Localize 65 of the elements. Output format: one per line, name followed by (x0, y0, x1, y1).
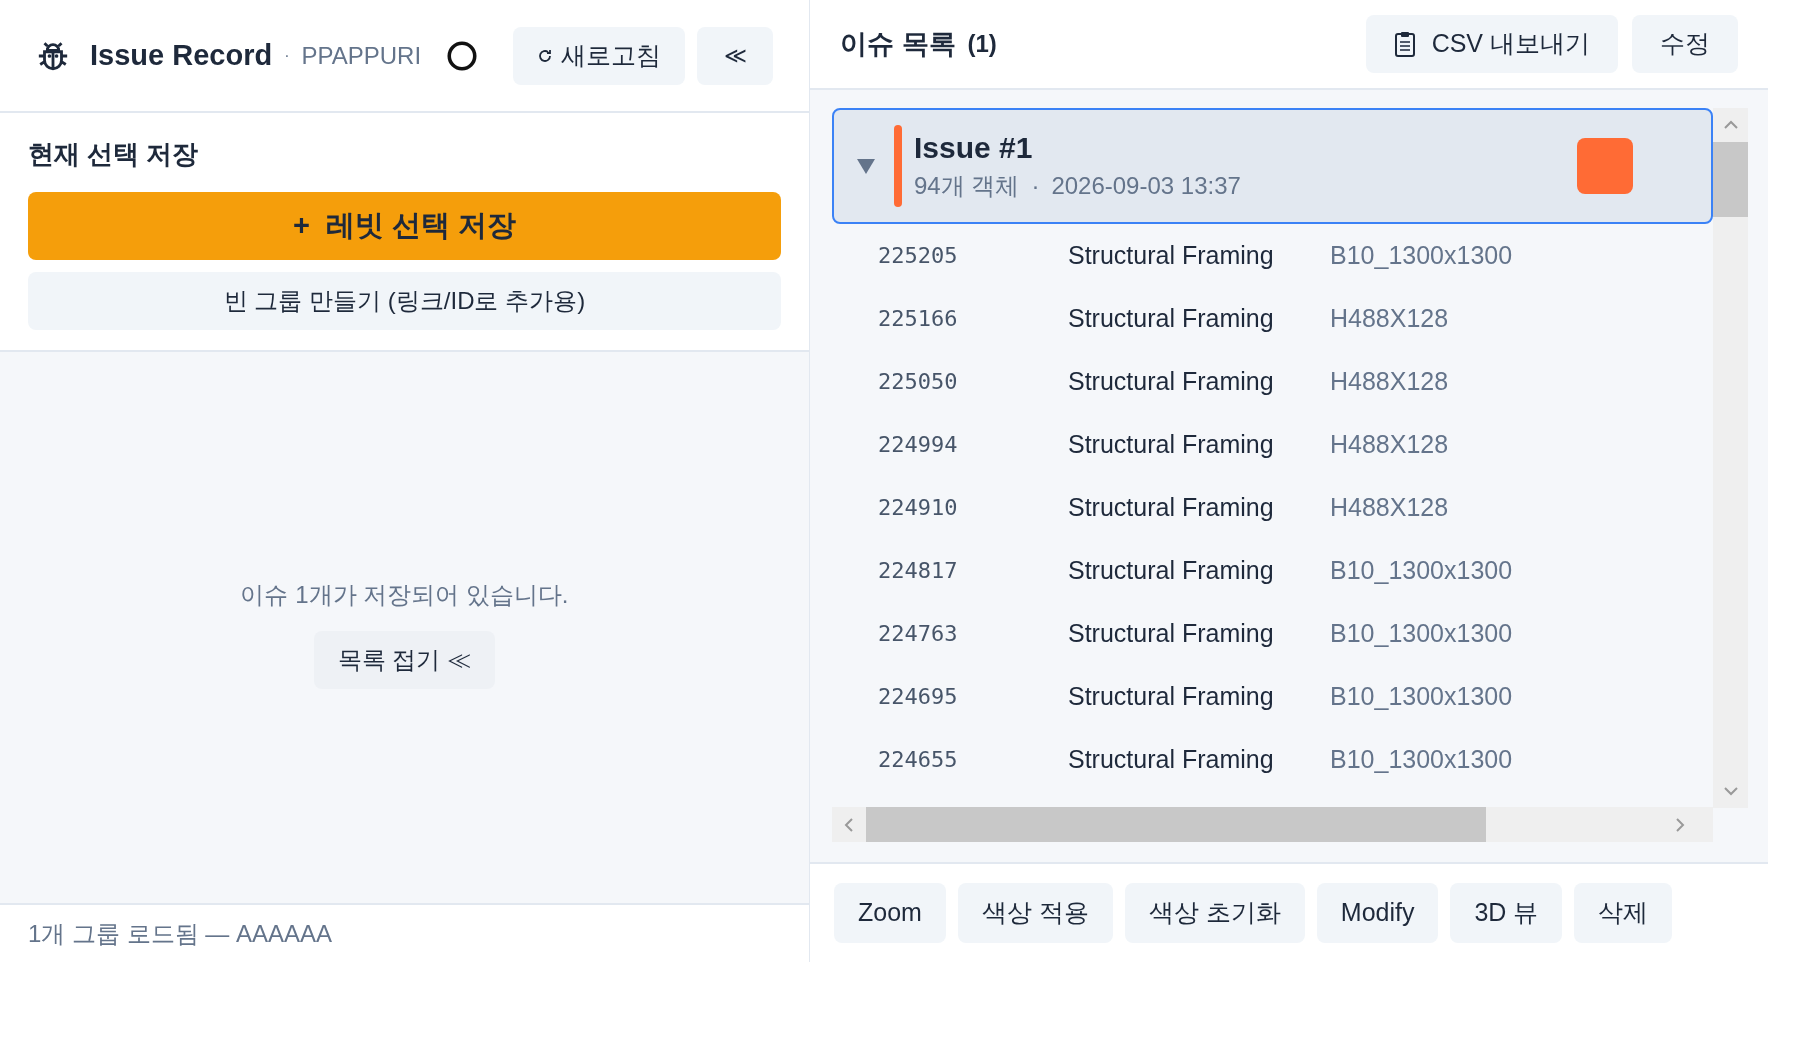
expand-toggle-icon[interactable] (856, 157, 876, 175)
category-cell-text: Structural Framing (1068, 365, 1275, 397)
type-cell-text: H488X128 (1330, 302, 1449, 334)
element-id: 225205 (877, 242, 959, 270)
category-cell-text: Structural Framing (1068, 743, 1275, 775)
element-id: 224763 (877, 620, 959, 648)
app-title: Issue Record (90, 37, 273, 73)
action-button[interactable]: 색상 적용 (957, 883, 1113, 943)
color-swatch[interactable] (1577, 138, 1633, 194)
action-button[interactable]: 색상 초기화 (1124, 883, 1305, 943)
refresh-button[interactable]: 새로고침 (513, 26, 685, 85)
create-empty-group-button[interactable]: 빈 그룹 만들기 (링크/ID로 추가용) (28, 272, 781, 330)
status-text: 1개 그룹 로드됨 — AAAAAA (28, 918, 333, 949)
type-cell-text: B10_1300x1300 (1330, 239, 1513, 271)
type-cell-text: B10_1300x1300 (1330, 680, 1513, 712)
object-count: 94개 객체 (914, 171, 1020, 201)
project-name: PPAPPURI (301, 40, 422, 71)
element-id: 224655 (877, 746, 959, 774)
action-button[interactable]: 3D 뷰 (1450, 883, 1563, 943)
scrollbar-thumb[interactable] (866, 807, 1486, 842)
category-cell-text: Structural Framing (1068, 428, 1275, 460)
issue-date: 2026-09-03 13:37 (1051, 171, 1241, 201)
category-cell-text: Structural Framing (1068, 239, 1275, 271)
section-title: 현재 선택 저장 (28, 138, 200, 171)
category-cell-text: Structural Framing (1068, 302, 1275, 334)
type-cell-text: B10_1300x1300 (1330, 617, 1513, 649)
scroll-up-icon[interactable] (1722, 120, 1739, 130)
clipboard-icon (1393, 30, 1416, 58)
action-button[interactable]: Zoom (834, 883, 946, 943)
csv-export-button[interactable]: CSV 내보내기 (1365, 15, 1618, 73)
action-button[interactable]: 삭제 (1574, 883, 1673, 943)
category-cell-text: Structural Framing (1068, 680, 1275, 712)
issue-count: (1) (967, 29, 997, 59)
element-id: 224695 (877, 683, 959, 711)
issue-title: Issue #1 (914, 130, 1034, 166)
list-title: 이슈 목록 (840, 27, 956, 61)
scroll-left-icon[interactable] (844, 816, 854, 833)
type-cell-text: B10_1300x1300 (1330, 743, 1513, 775)
element-id: 224910 (877, 494, 959, 522)
type-cell-text: H488X128 (1330, 428, 1449, 460)
refresh-icon (537, 47, 553, 64)
category-cell-text: Structural Framing (1068, 491, 1275, 523)
info-message: 이슈 1개가 저장되어 있습니다. (240, 579, 569, 610)
save-selection-button[interactable]: + 레빗 선택 저장 (28, 192, 781, 260)
scroll-right-icon[interactable] (1675, 816, 1685, 833)
element-id: 224817 (877, 557, 959, 585)
separator-dot: · (284, 45, 290, 66)
type-cell-text: H488X128 (1330, 365, 1449, 397)
scrollbar-thumb[interactable] (1713, 142, 1748, 217)
element-id: 225050 (877, 368, 959, 396)
issue-card[interactable]: Issue #1 94개 객체 · 2026-09-03 13:37 (832, 108, 1713, 224)
action-button[interactable]: Modify (1316, 883, 1439, 943)
collapse-list-button[interactable]: 목록 접기 ≪ (313, 630, 496, 689)
separator-dot: · (1031, 171, 1040, 201)
vertical-scrollbar[interactable] (1713, 108, 1748, 808)
category-cell-text: Structural Framing (1068, 617, 1275, 649)
element-id: 224994 (877, 431, 959, 459)
category-cell-text: Structural Framing (1068, 554, 1275, 586)
type-cell-text: B10_1300x1300 (1330, 554, 1513, 586)
element-id: 225166 (877, 305, 959, 333)
scroll-down-icon[interactable] (1722, 786, 1739, 796)
type-cell-text: H488X128 (1330, 491, 1449, 523)
edit-button[interactable]: 수정 (1632, 15, 1738, 73)
collapse-button[interactable]: ≪ (697, 26, 773, 85)
horizontal-scrollbar[interactable] (832, 807, 1713, 842)
